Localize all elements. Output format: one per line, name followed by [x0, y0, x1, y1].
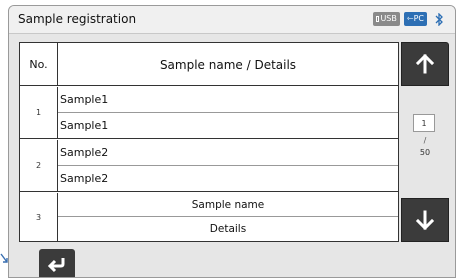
row-number: 3 [20, 193, 58, 241]
device-screen: Sample registration USB ⇽PC No. Sample n… [8, 5, 456, 278]
sample-details-field[interactable]: Sample2 [58, 166, 398, 192]
title-bar: Sample registration USB ⇽PC [9, 6, 455, 34]
table-row[interactable]: 1 Sample1 Sample1 [20, 87, 398, 139]
usb-plug-icon: ⇽ [406, 14, 414, 23]
row-body: Sample1 Sample1 [58, 87, 398, 138]
sample-details-field[interactable]: Sample1 [58, 113, 398, 139]
scroll-down-button[interactable] [401, 198, 449, 242]
bluetooth-icon [431, 12, 447, 26]
pc-status-badge: ⇽PC [403, 12, 427, 26]
arrow-up-icon [415, 53, 435, 74]
sample-name-field[interactable]: Sample1 [58, 87, 398, 113]
arrow-down-icon [415, 210, 435, 231]
sample-table: No. Sample name / Details 1 Sample1 Samp… [19, 42, 399, 242]
corner-arrow-icon [0, 253, 8, 263]
row-body: Sample name Details [58, 193, 398, 241]
footer-bar [9, 244, 455, 277]
column-header-name-details: Sample name / Details [159, 57, 297, 72]
scroll-up-button[interactable] [401, 42, 449, 86]
usb-status-badge: USB [373, 12, 400, 26]
status-indicators: USB ⇽PC [373, 12, 447, 26]
total-pages: 50 [419, 148, 431, 157]
sample-name-field[interactable]: Sample2 [58, 140, 398, 166]
row-number: 1 [20, 87, 58, 138]
table-header: No. Sample name / Details [20, 43, 398, 86]
page-title: Sample registration [18, 12, 137, 26]
return-icon [47, 258, 65, 273]
row-number: 2 [20, 140, 58, 191]
back-button[interactable] [39, 249, 75, 277]
table-row[interactable]: 3 Sample name Details [20, 193, 398, 241]
page-separator: / [423, 136, 427, 145]
current-page-input[interactable]: 1 [413, 114, 435, 132]
table-row[interactable]: 2 Sample2 Sample2 [20, 140, 398, 192]
row-body: Sample2 Sample2 [58, 140, 398, 191]
page-indicator: 1 / 50 [401, 86, 449, 198]
sample-name-field[interactable]: Sample name [58, 193, 398, 217]
sample-details-field[interactable]: Details [58, 217, 398, 241]
column-header-number: No. [20, 43, 58, 86]
